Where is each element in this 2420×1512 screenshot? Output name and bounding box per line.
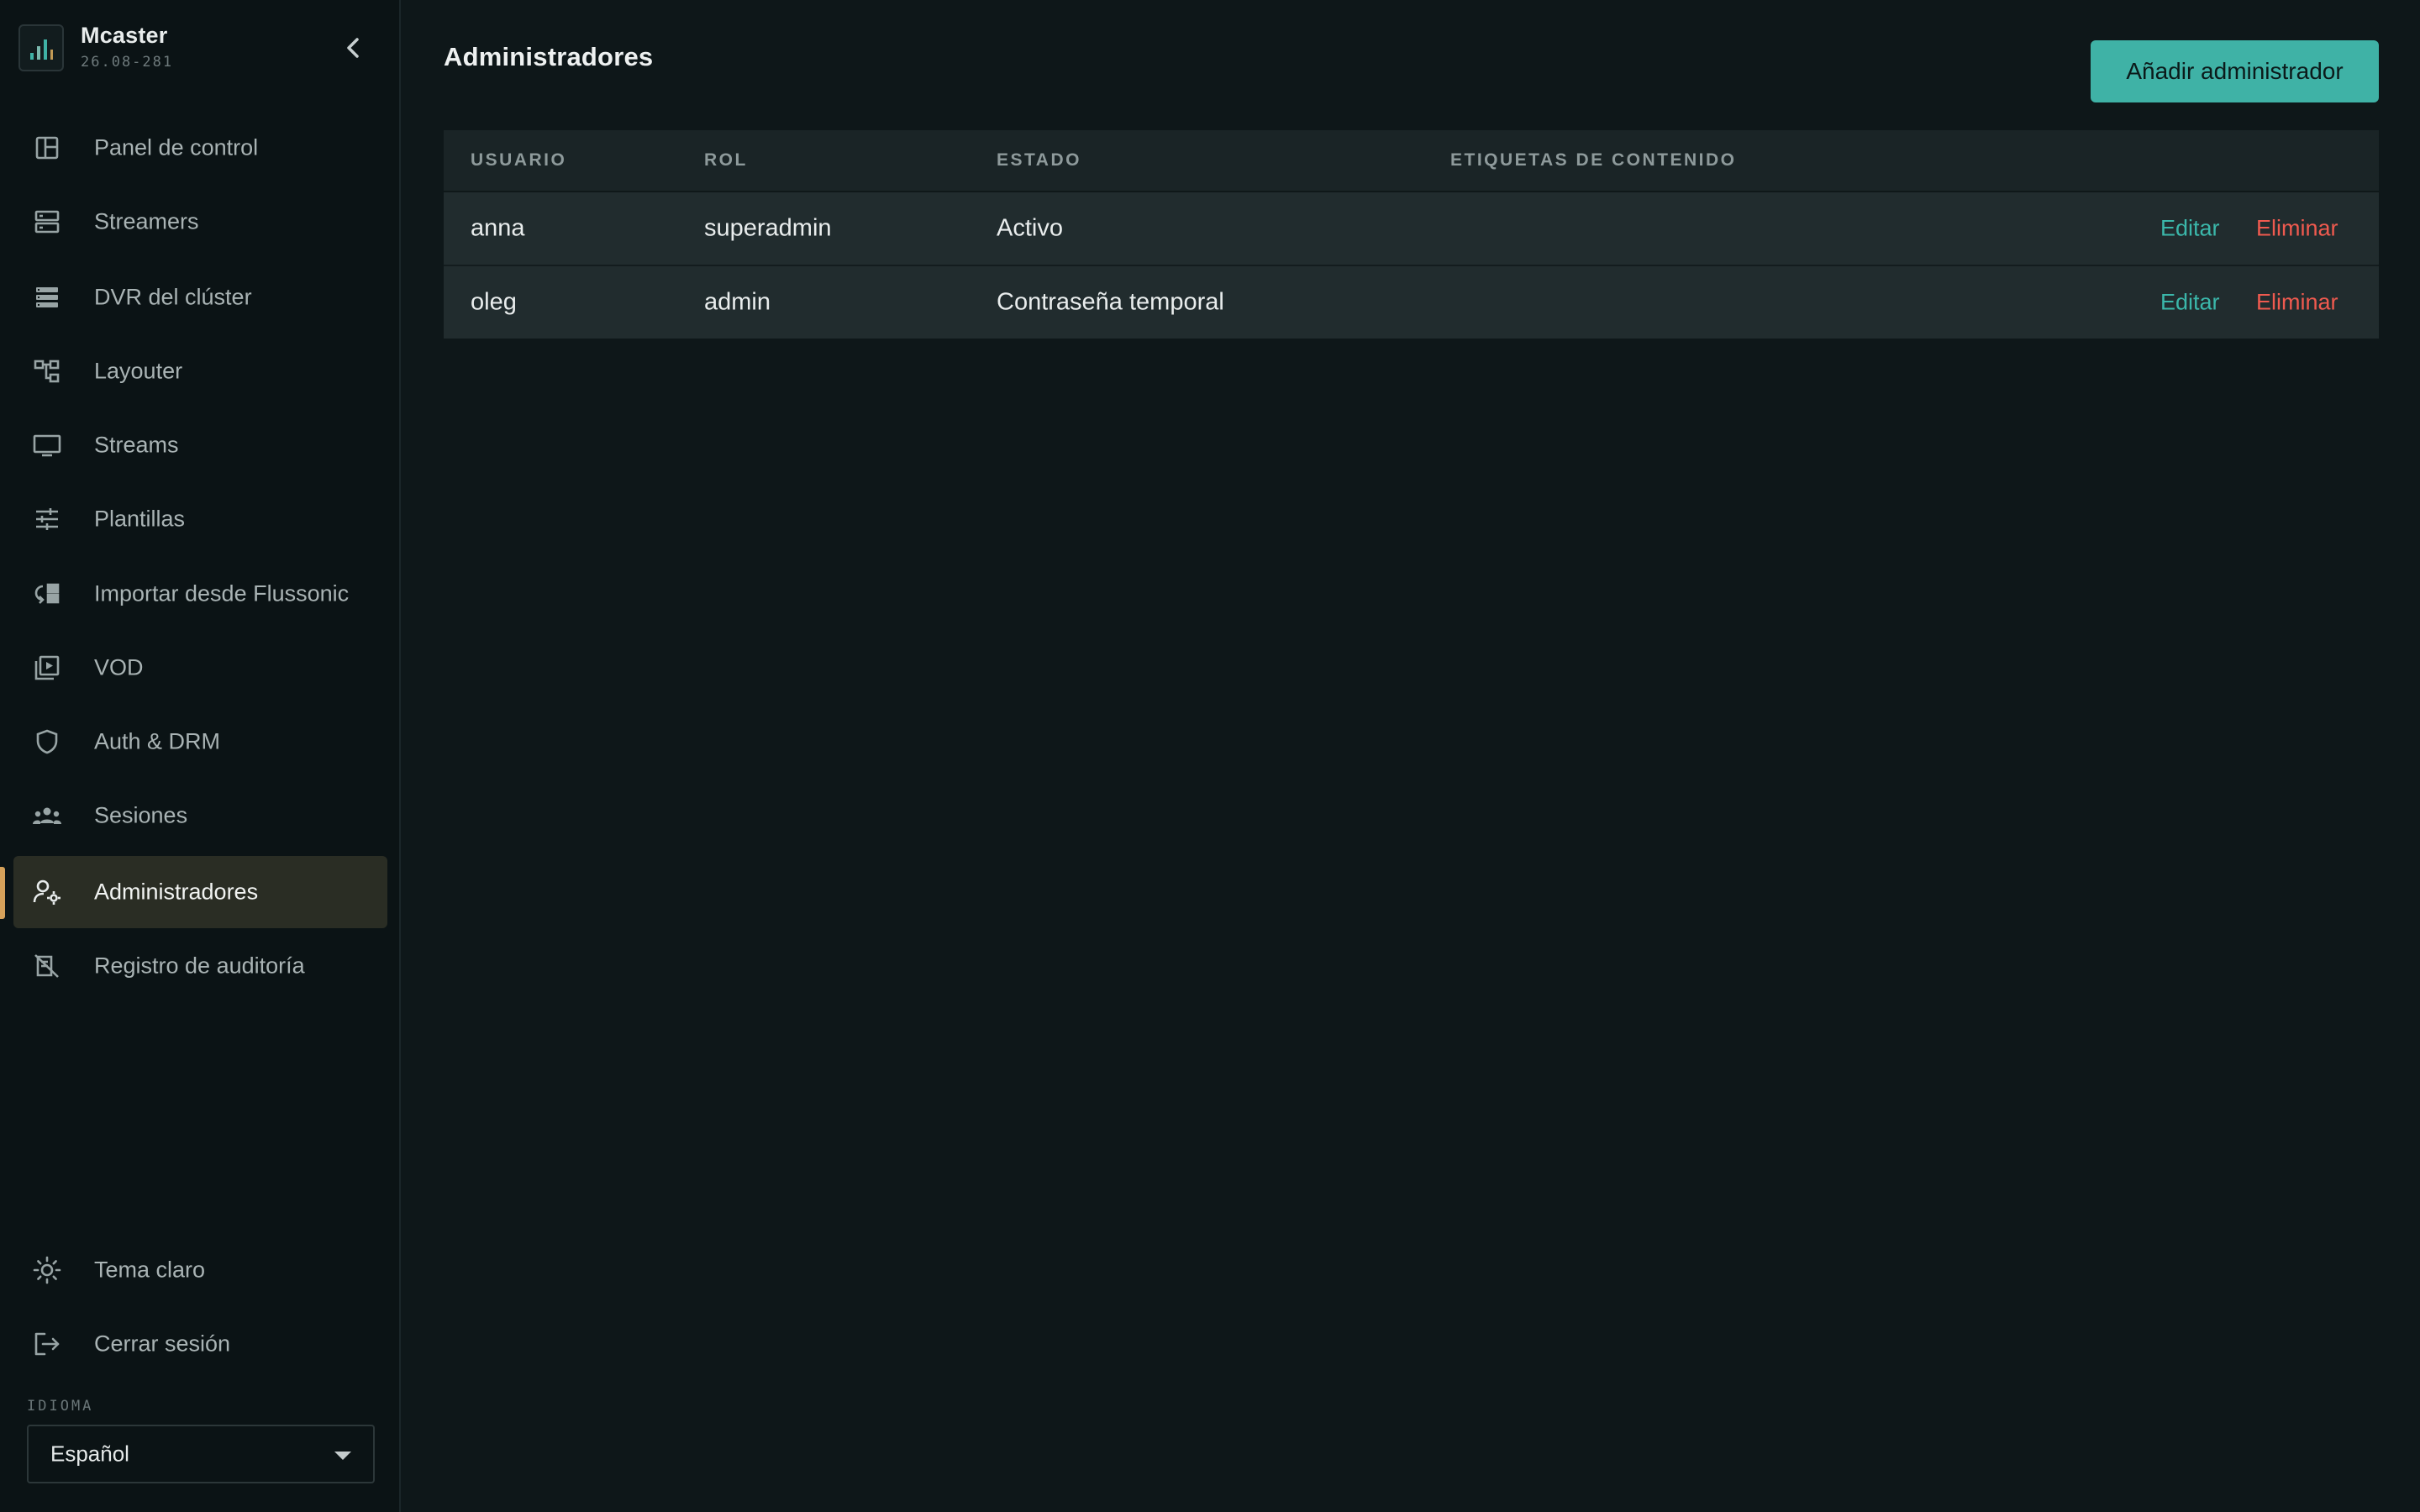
- column-header-etiquetas: ETIQUETAS DE CONTENIDO: [1450, 150, 1737, 170]
- table-row: anna superadmin Activo Editar Eliminar: [444, 192, 2379, 266]
- layout-tree-icon: [32, 356, 62, 386]
- sidebar: Mcaster 26.08-281 Panel de control Strea…: [0, 0, 401, 1512]
- brand-version: 26.08-281: [81, 54, 174, 71]
- theme-toggle-label: Tema claro: [94, 1257, 206, 1283]
- brand-name: Mcaster: [81, 23, 168, 48]
- sidebar-item-label: VOD: [94, 654, 144, 680]
- sidebar-item-label: Plantillas: [94, 506, 186, 532]
- sidebar-item-streams[interactable]: Streams: [13, 409, 387, 481]
- sidebar-item-label: Administradores: [94, 879, 259, 905]
- language-selected-value: Español: [50, 1441, 129, 1467]
- delete-button[interactable]: Eliminar: [2256, 290, 2338, 316]
- users-group-icon: [32, 801, 62, 831]
- cell-state: Contraseña temporal: [997, 288, 1224, 316]
- cell-role: admin: [704, 288, 771, 316]
- delete-button[interactable]: Eliminar: [2256, 216, 2338, 242]
- language-label: IDIOMA: [27, 1398, 94, 1415]
- sidebar-item-administradores[interactable]: Administradores: [13, 856, 387, 928]
- active-indicator: [0, 867, 5, 919]
- monitor-icon: [32, 430, 62, 460]
- add-admin-button[interactable]: Añadir administrador: [2091, 40, 2379, 102]
- sidebar-item-sesiones[interactable]: Sesiones: [13, 780, 387, 852]
- theme-toggle-button[interactable]: Tema claro: [13, 1234, 387, 1306]
- audit-icon: [32, 951, 62, 981]
- table-header: USUARIO ROL ESTADO ETIQUETAS DE CONTENID…: [444, 130, 2379, 192]
- sidebar-item-panel-de-control[interactable]: Panel de control: [13, 112, 387, 184]
- sidebar-item-dvr-cluster[interactable]: DVR del clúster: [13, 261, 387, 333]
- servers-icon: [32, 207, 62, 237]
- cell-state: Activo: [997, 214, 1063, 242]
- sidebar-item-registro-auditoria[interactable]: Registro de auditoría: [13, 930, 387, 1002]
- cell-role: superadmin: [704, 214, 832, 242]
- sidebar-item-layouter[interactable]: Layouter: [13, 335, 387, 407]
- collapse-sidebar-button[interactable]: [336, 28, 370, 68]
- shield-icon: [32, 727, 62, 757]
- caret-down-icon: [334, 1452, 351, 1460]
- column-header-rol: ROL: [704, 150, 748, 170]
- sliders-icon: [32, 504, 62, 534]
- column-header-estado: ESTADO: [997, 150, 1081, 170]
- sidebar-item-label: DVR del clúster: [94, 284, 252, 310]
- sidebar-item-plantillas[interactable]: Plantillas: [13, 483, 387, 555]
- bar-chart-logo-icon: [18, 24, 64, 71]
- main-content: Administradores Añadir administrador USU…: [401, 0, 2420, 1512]
- cell-user: anna: [471, 214, 525, 242]
- import-icon: [32, 579, 62, 609]
- edit-button[interactable]: Editar: [2160, 216, 2220, 242]
- sidebar-item-label: Registro de auditoría: [94, 953, 305, 979]
- sidebar-item-label: Panel de control: [94, 134, 259, 160]
- brand: Mcaster 26.08-281: [18, 23, 388, 75]
- sidebar-item-label: Streams: [94, 432, 179, 458]
- sidebar-item-streamers[interactable]: Streamers: [13, 186, 387, 258]
- logout-icon: [32, 1329, 62, 1359]
- user-gear-icon: [32, 877, 62, 907]
- admins-table: USUARIO ROL ESTADO ETIQUETAS DE CONTENID…: [444, 130, 2379, 339]
- sidebar-item-label: Sesiones: [94, 802, 188, 828]
- edit-button[interactable]: Editar: [2160, 290, 2220, 316]
- dashboard-icon: [32, 133, 62, 163]
- logout-label: Cerrar sesión: [94, 1331, 231, 1357]
- cell-user: oleg: [471, 288, 517, 316]
- sidebar-item-vod[interactable]: VOD: [13, 632, 387, 704]
- sidebar-item-label: Streamers: [94, 208, 199, 234]
- page-title: Administradores: [444, 42, 654, 71]
- sidebar-item-label: Importar desde Flussonic: [94, 580, 350, 606]
- table-row: oleg admin Contraseña temporal Editar El…: [444, 266, 2379, 339]
- sun-icon: [32, 1255, 62, 1285]
- video-library-icon: [32, 653, 62, 683]
- sidebar-item-auth-drm[interactable]: Auth & DRM: [13, 706, 387, 778]
- sidebar-item-importar-flussonic[interactable]: Importar desde Flussonic: [13, 558, 387, 630]
- column-header-usuario: USUARIO: [471, 150, 567, 170]
- storage-icon: [32, 282, 62, 312]
- logout-button[interactable]: Cerrar sesión: [13, 1308, 387, 1380]
- chevron-left-icon: [347, 38, 359, 58]
- sidebar-item-label: Layouter: [94, 358, 183, 384]
- sidebar-item-label: Auth & DRM: [94, 728, 221, 754]
- language-select[interactable]: Español: [27, 1425, 375, 1483]
